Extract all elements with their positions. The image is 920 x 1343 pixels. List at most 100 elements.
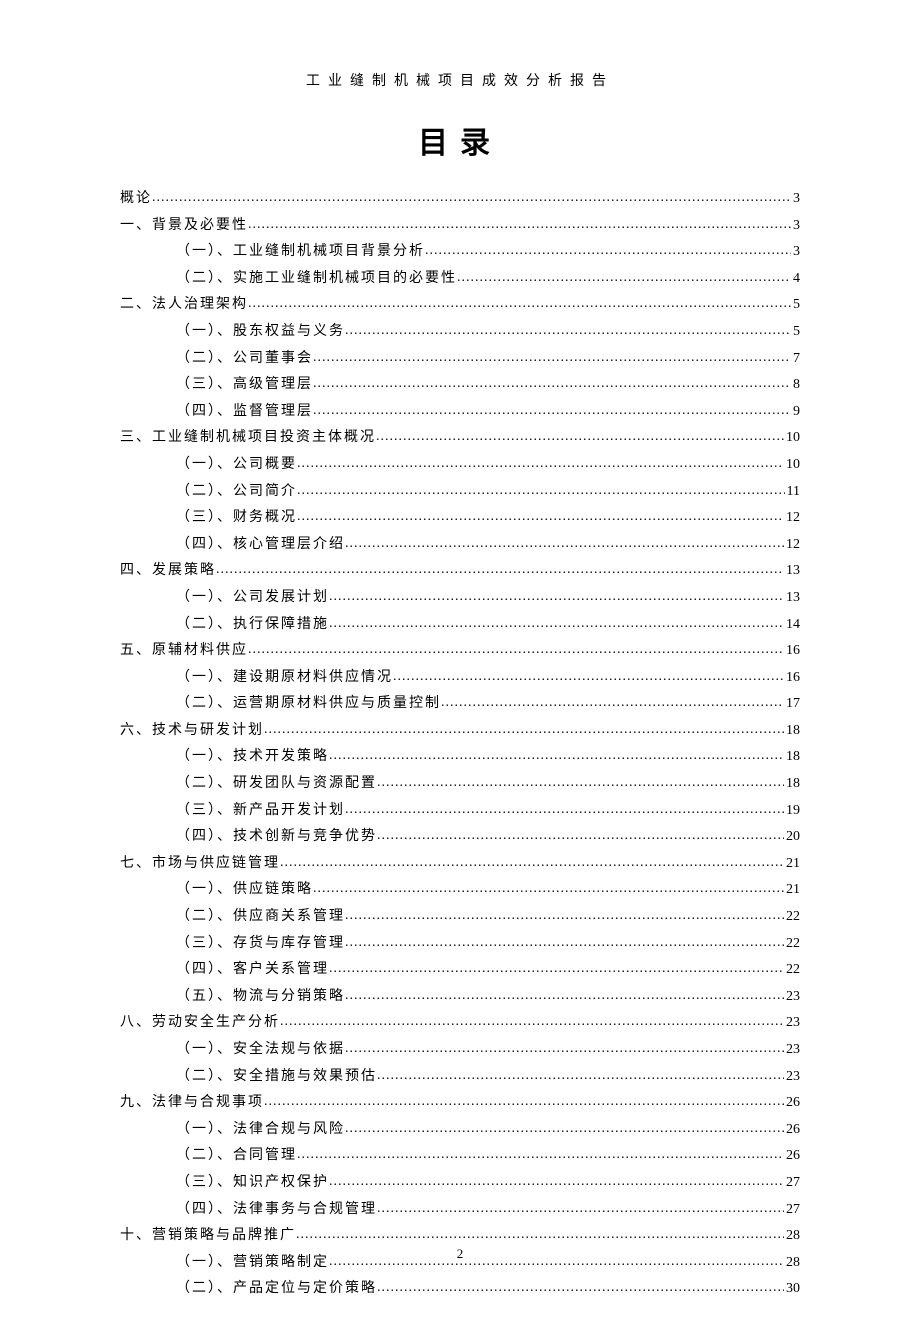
toc-dots — [248, 212, 791, 239]
toc-entry-label: （三）、财务概况 — [176, 505, 297, 532]
toc-dots — [393, 664, 784, 691]
toc-entry-page: 22 — [784, 931, 800, 958]
toc-entry-label: 一、背景及必要性 — [120, 213, 248, 240]
toc-entry-page: 23 — [784, 1010, 800, 1037]
toc-entry: 四、发展策略 13 — [120, 558, 800, 585]
toc-entry: 六、技术与研发计划18 — [120, 718, 800, 745]
toc-entry: 概论3 — [120, 186, 800, 213]
toc-entry-label: （二）、公司董事会 — [176, 346, 313, 373]
toc-entry: （一）、公司概要 10 — [120, 452, 800, 479]
toc-entry-label: 二、法人治理架构 — [120, 292, 248, 319]
toc-entry: 二、法人治理架构 5 — [120, 292, 800, 319]
document-header: 工业缝制机械项目成效分析报告 — [120, 70, 800, 90]
toc-dots — [297, 504, 784, 531]
toc-entry: 七、市场与供应链管理21 — [120, 851, 800, 878]
toc-title: 目录 — [120, 118, 800, 162]
toc-entry-label: （二）、实施工业缝制机械项目的必要性 — [176, 266, 457, 293]
toc-entry-label: （二）、合同管理 — [176, 1143, 297, 1170]
toc-dots — [376, 424, 784, 451]
toc-entry-label: （三）、知识产权保护 — [176, 1170, 329, 1197]
toc-entry-label: 四、发展策略 — [120, 558, 216, 585]
toc-dots — [297, 1142, 784, 1169]
toc-entry-page: 12 — [784, 505, 800, 532]
toc-dots — [329, 956, 784, 983]
toc-entry-label: 八、劳动安全生产分析 — [120, 1010, 280, 1037]
toc-dots — [313, 371, 791, 398]
toc-dots — [313, 345, 791, 372]
toc-entry-page: 18 — [784, 771, 800, 798]
toc-entry: （二）、安全措施与效果预估23 — [120, 1064, 800, 1091]
toc-entry-page: 30 — [784, 1276, 800, 1303]
toc-entry-page: 20 — [784, 824, 800, 851]
toc-entry: （二）、研发团队与资源配置 18 — [120, 771, 800, 798]
toc-entry-label: （一）、公司发展计划 — [176, 585, 329, 612]
toc-entry-page: 3 — [791, 186, 800, 213]
toc-entry: 九、法律与合规事项 26 — [120, 1090, 800, 1117]
toc-entry-page: 14 — [784, 612, 800, 639]
toc-dots — [296, 1222, 784, 1249]
toc-entry: （一）、公司发展计划 13 — [120, 585, 800, 612]
toc-dots — [297, 451, 784, 478]
toc-dots — [377, 823, 784, 850]
toc-dots — [152, 185, 791, 212]
toc-entry-page: 10 — [784, 452, 800, 479]
toc-entry-label: （二）、公司简介 — [176, 479, 297, 506]
toc-dots — [377, 1196, 784, 1223]
toc-dots — [457, 265, 791, 292]
toc-entry: 三、工业缝制机械项目投资主体概况10 — [120, 425, 800, 452]
toc-entry-label: （一）、公司概要 — [176, 452, 297, 479]
toc-entry-page: 18 — [784, 718, 800, 745]
toc-entry-label: （二）、安全措施与效果预估 — [176, 1064, 377, 1091]
toc-entry-page: 8 — [791, 372, 800, 399]
toc-entry-label: （一）、建设期原材料供应情况 — [176, 665, 393, 692]
toc-entry-page: 26 — [784, 1090, 800, 1117]
toc-entry: （二）、产品定位与定价策略30 — [120, 1276, 800, 1303]
toc-entry: 一、背景及必要性 3 — [120, 213, 800, 240]
toc-entry-page: 3 — [791, 213, 800, 240]
toc-entry: （一）、工业缝制机械项目背景分析3 — [120, 239, 800, 266]
toc-entry-page: 4 — [791, 266, 800, 293]
toc-entry-page: 16 — [784, 638, 800, 665]
toc-dots — [264, 1089, 784, 1116]
toc-entry: （三）、财务概况 12 — [120, 505, 800, 532]
toc-entry-label: 九、法律与合规事项 — [120, 1090, 264, 1117]
toc-dots — [345, 531, 784, 558]
toc-dots — [345, 1036, 784, 1063]
toc-container: 概论3一、背景及必要性3（一）、工业缝制机械项目背景分析3（二）、实施工业缝制机… — [120, 186, 800, 1303]
toc-dots — [345, 1116, 784, 1143]
toc-entry-page: 27 — [784, 1170, 800, 1197]
toc-entry-page: 11 — [785, 479, 800, 506]
toc-entry-page: 5 — [791, 292, 800, 319]
toc-dots — [313, 398, 791, 425]
toc-entry-page: 13 — [784, 558, 800, 585]
toc-dots — [377, 1275, 784, 1302]
toc-dots — [345, 797, 784, 824]
toc-entry: （三）、新产品开发计划19 — [120, 798, 800, 825]
toc-dots — [329, 611, 784, 638]
toc-entry-label: （一）、技术开发策略 — [176, 744, 329, 771]
toc-entry-page: 16 — [784, 665, 800, 692]
toc-entry-page: 19 — [784, 798, 800, 825]
toc-dots — [248, 637, 784, 664]
toc-entry-label: （一）、法律合规与风险 — [176, 1117, 345, 1144]
toc-entry-label: （一）、供应链策略 — [176, 877, 313, 904]
toc-entry-label: （一）、股东权益与义务 — [176, 319, 345, 346]
toc-entry-label: 七、市场与供应链管理 — [120, 851, 280, 878]
toc-dots — [377, 770, 784, 797]
toc-entry-label: （四）、技术创新与竞争优势 — [176, 824, 377, 851]
toc-entry: （二）、实施工业缝制机械项目的必要性 4 — [120, 266, 800, 293]
toc-entry: （四）、监督管理层9 — [120, 399, 800, 426]
toc-dots — [280, 850, 784, 877]
toc-entry: （二）、公司董事会7 — [120, 346, 800, 373]
toc-entry-page: 12 — [784, 532, 800, 559]
toc-dots — [425, 238, 791, 265]
toc-entry-page: 9 — [791, 399, 800, 426]
toc-entry: （二）、公司简介 11 — [120, 479, 800, 506]
toc-entry: （一）、安全法规与依据23 — [120, 1037, 800, 1064]
toc-entry-page: 13 — [784, 585, 800, 612]
toc-entry-label: （二）、研发团队与资源配置 — [176, 771, 377, 798]
toc-dots — [313, 876, 784, 903]
toc-entry: （三）、存货与库存管理22 — [120, 931, 800, 958]
toc-dots — [297, 478, 785, 505]
toc-dots — [329, 1169, 784, 1196]
